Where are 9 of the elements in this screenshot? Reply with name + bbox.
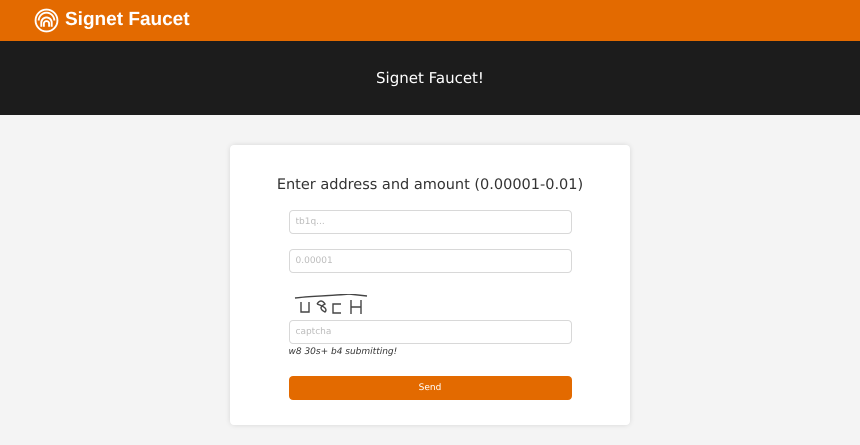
form-heading: Enter address and amount (0.00001-0.01) (276, 176, 584, 195)
logo-icon (34, 8, 59, 33)
hint-text: w8 30s+ b4 submitting! (288, 346, 398, 359)
captcha-field[interactable]: captcha (288, 320, 572, 344)
send-button[interactable]: Send (288, 376, 572, 400)
brand-link[interactable]: Signet Faucet (65, 6, 190, 35)
input-field[interactable]: tb1q... (288, 210, 572, 234)
input-field[interactable]: 0.00001 (288, 248, 572, 273)
banner-title: Signet Faucet! (376, 68, 484, 89)
